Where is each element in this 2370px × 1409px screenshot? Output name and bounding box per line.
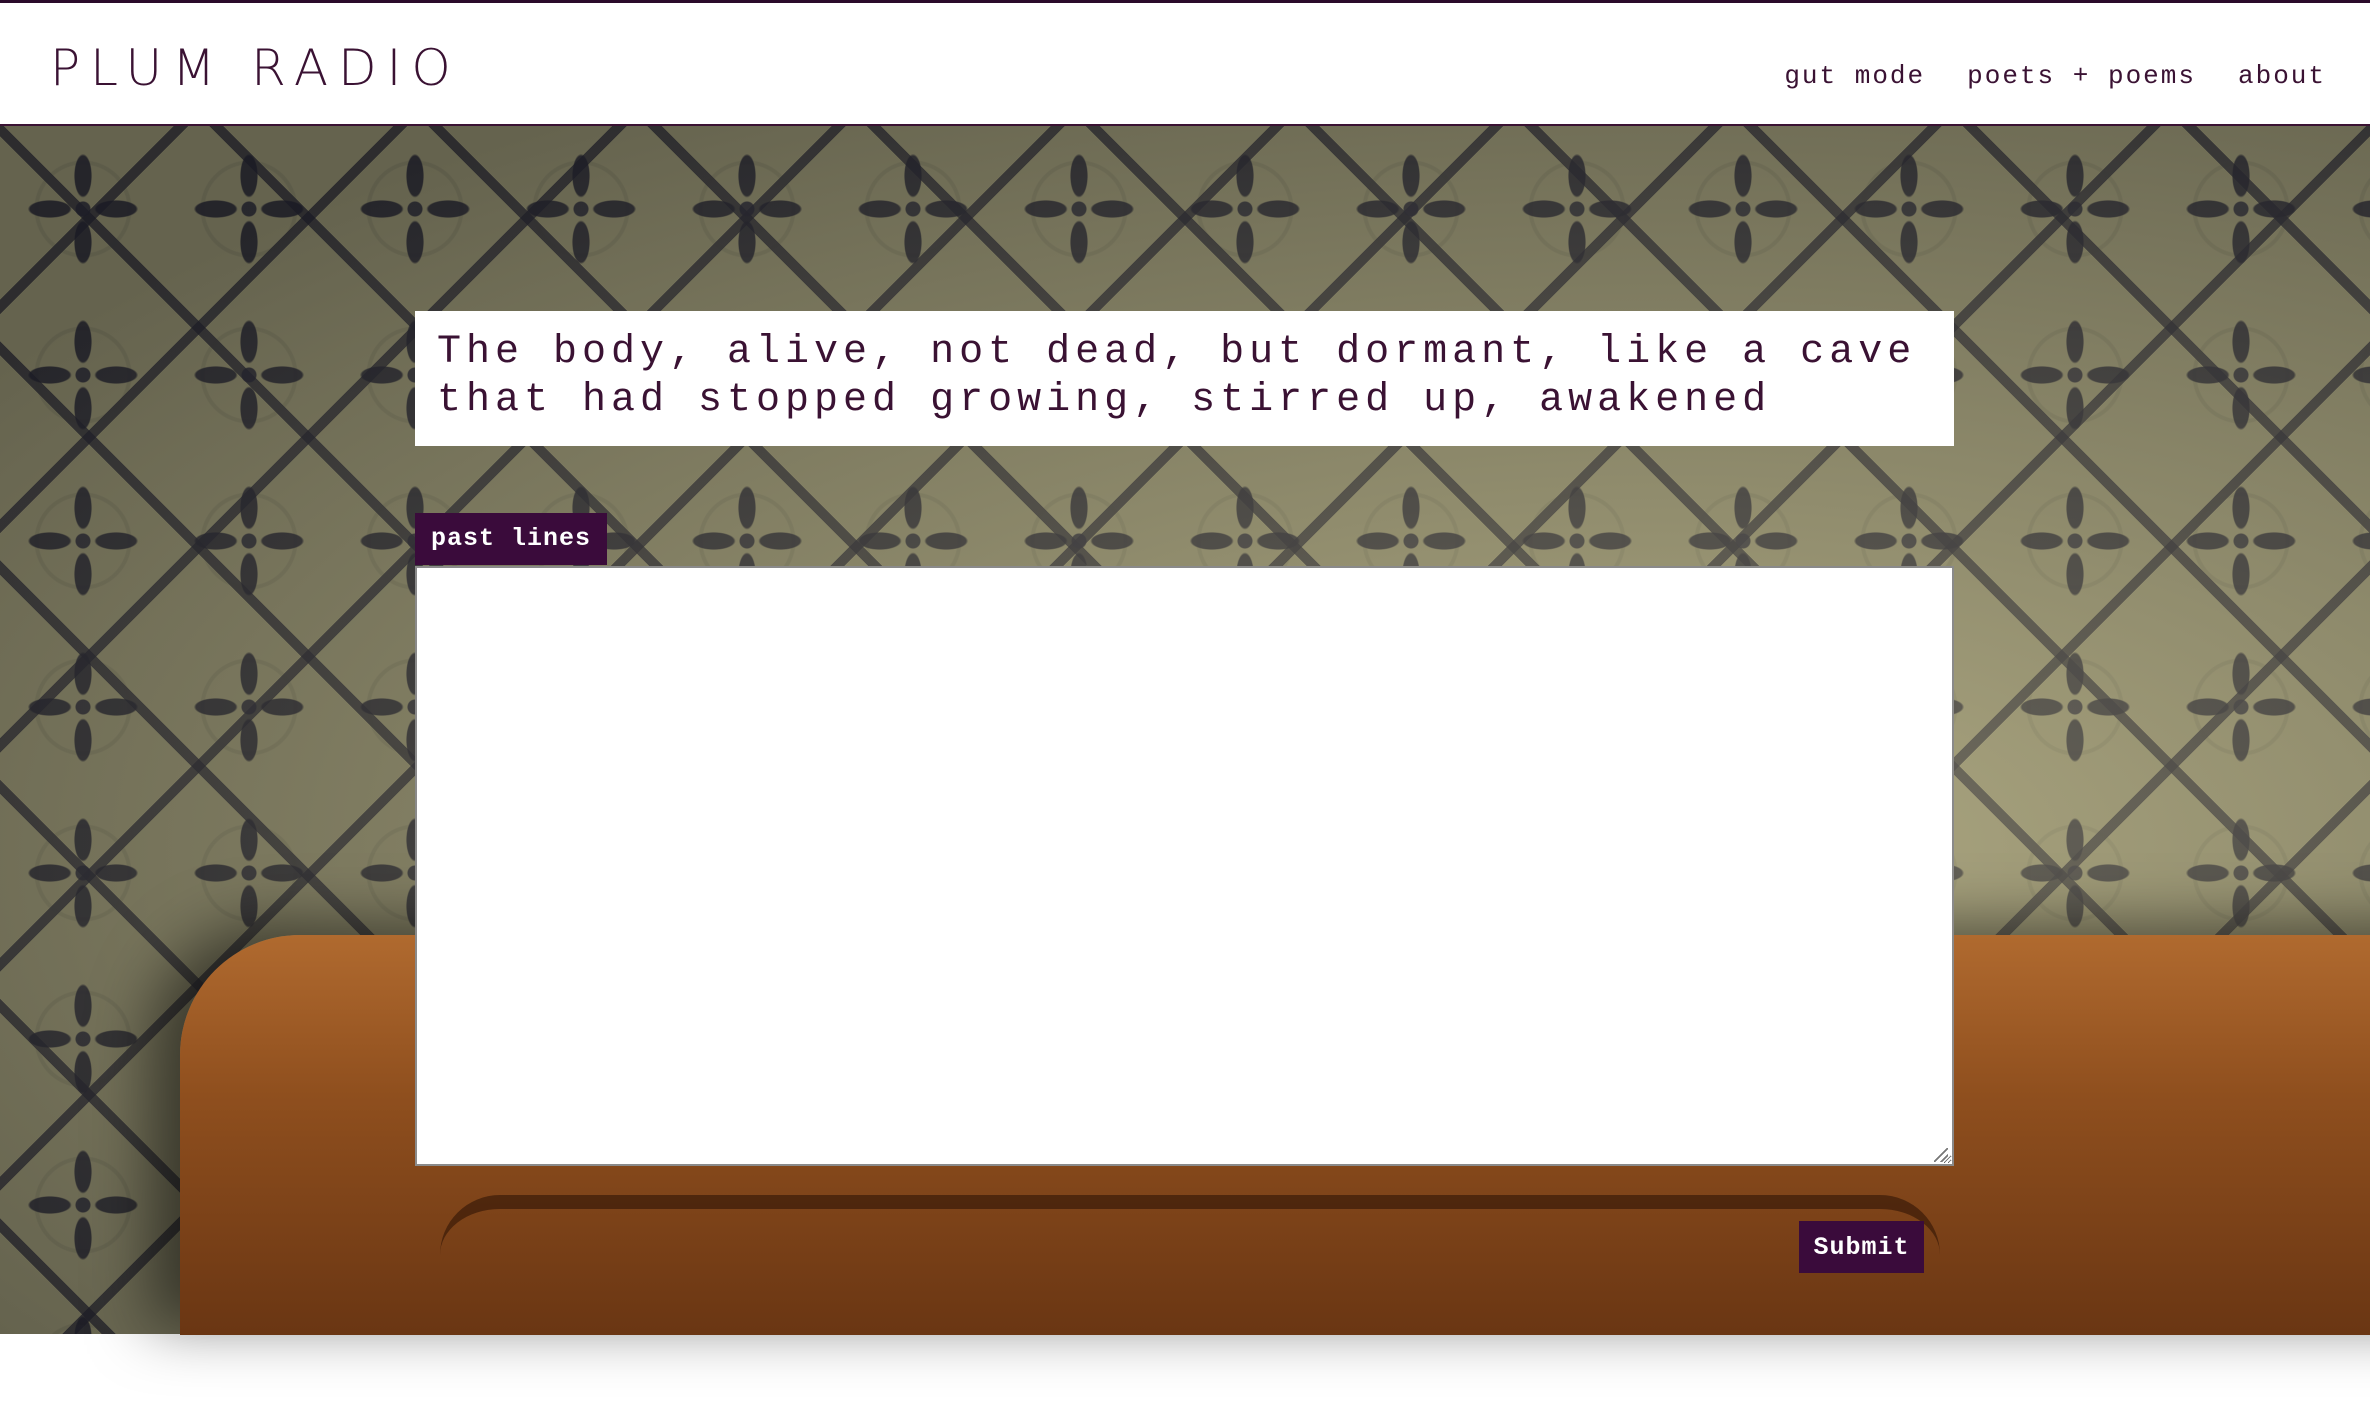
brand-logo[interactable]: PLUM RADIO (50, 39, 461, 97)
nav-link-gut-mode[interactable]: gut mode (1784, 61, 1925, 91)
prompt-line-1: The body, alive, not dead, but dormant, … (437, 330, 1917, 375)
prompt-line-2: that had stopped growing, stirred up, aw… (437, 378, 1772, 423)
submit-button[interactable]: Submit (1799, 1221, 1924, 1273)
prompt-card: The body, alive, not dead, but dormant, … (415, 311, 1954, 446)
nav-link-poets-poems[interactable]: poets + poems (1967, 61, 2196, 91)
main-nav: gut mode poets + poems about (1784, 61, 2326, 91)
nav-link-about[interactable]: about (2238, 61, 2326, 91)
past-lines-tab[interactable]: past lines (415, 513, 608, 565)
past-lines-textarea[interactable] (415, 566, 1954, 1166)
site-header: PLUM RADIO gut mode poets + poems about (0, 0, 2370, 126)
resize-handle-icon[interactable] (1934, 1148, 1948, 1162)
